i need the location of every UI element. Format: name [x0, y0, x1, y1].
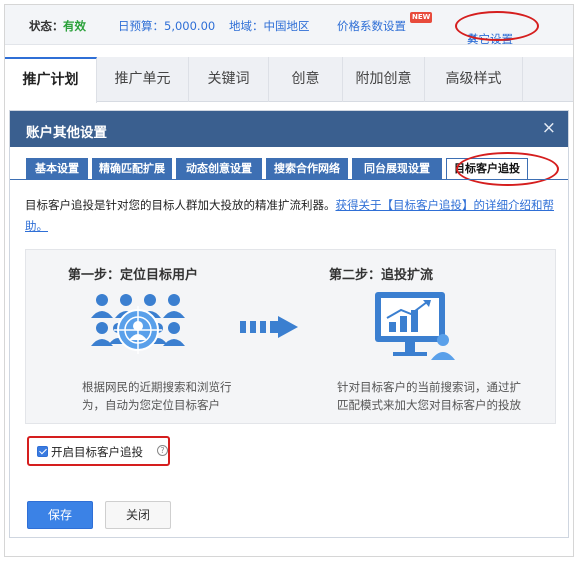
new-badge: NEW: [410, 12, 433, 23]
subtab-co-display[interactable]: 同台展现设置: [352, 158, 442, 180]
highlight-oval-other-settings: [455, 11, 539, 41]
step2-title: 第二步：追投扩流: [329, 268, 434, 283]
subtab-basic[interactable]: 基本设置: [26, 158, 88, 180]
step1-desc-line2: 为，自动为您定位目标客户: [82, 398, 220, 412]
description: 目标客户追投是针对您的目标人群加大投放的精准扩流利器。获得关于【目标客户追投】的…: [25, 195, 555, 237]
description-text: 目标客户追投是针对您的目标人群加大投放的精准扩流利器。: [25, 198, 336, 212]
step2-desc-line1: 针对目标客户的当前搜索词，通过扩: [337, 380, 521, 394]
enable-tracking-label[interactable]: 开启目标客户追投: [51, 444, 143, 460]
save-button[interactable]: 保存: [27, 501, 93, 529]
subtab-dynamic-creative[interactable]: 动态创意设置: [176, 158, 262, 180]
budget-link[interactable]: 日预算：5,000.00: [118, 18, 215, 34]
help-icon[interactable]: ?: [157, 445, 168, 456]
subtab-exact-match[interactable]: 精确匹配扩展: [92, 158, 172, 180]
arrow-right-icon: [240, 316, 298, 338]
tab-creative[interactable]: 创意: [269, 57, 343, 102]
tab-advanced-style[interactable]: 高级样式: [425, 57, 523, 102]
tab-keyword[interactable]: 关键词: [189, 57, 269, 102]
settings-dialog: 账户其他设置 × 基本设置 精确匹配扩展 动态创意设置 搜索合作网络 同台展现设…: [9, 110, 569, 538]
step1-description: 根据网民的近期搜索和浏览行 为，自动为您定位目标客户: [82, 378, 232, 414]
status-label: 状态：: [29, 19, 64, 33]
target-users-icon: [91, 294, 185, 354]
close-icon[interactable]: ×: [542, 118, 556, 138]
step2-desc-line2: 匹配模式来加大您对目标客户的投放: [337, 398, 521, 412]
dialog-header: 账户其他设置 ×: [10, 111, 568, 147]
dialog-title: 账户其他设置: [26, 125, 107, 141]
monitor-chart-icon: [375, 292, 455, 360]
highlight-box-checkbox: 开启目标客户追投 ?: [27, 436, 170, 466]
tab-adgroup[interactable]: 推广单元: [97, 57, 189, 102]
subtab-search-network[interactable]: 搜索合作网络: [266, 158, 348, 180]
steps-panel: 第一步：定位目标用户 第二步：追投扩流 根据网民的近期搜索和浏览行 为，自动为您…: [25, 249, 556, 424]
step1-desc-line1: 根据网民的近期搜索和浏览行: [82, 380, 232, 394]
tab-campaign[interactable]: 推广计划: [5, 57, 97, 103]
close-button[interactable]: 关闭: [105, 501, 171, 529]
step2-description: 针对目标客户的当前搜索词，通过扩 匹配模式来加大您对目标客户的投放: [337, 378, 521, 414]
tab-extra-creative[interactable]: 附加创意: [343, 57, 425, 102]
enable-tracking-checkbox[interactable]: [37, 446, 48, 457]
subtab-divider: [10, 179, 568, 180]
step1-title: 第一步：定位目标用户: [68, 268, 199, 283]
status-bar: 状态： 有效 日预算：5,000.00 地域：中国地区 价格系数设置 NEW ✲…: [5, 5, 573, 46]
price-setting-link[interactable]: 价格系数设置: [337, 18, 406, 34]
main-tabs: 推广计划 推广单元 关键词 创意 附加创意 高级样式: [5, 57, 573, 103]
highlight-oval-target-tab: [456, 152, 559, 186]
status-value: 有效: [63, 19, 86, 33]
region-link[interactable]: 地域：中国地区: [229, 18, 310, 34]
